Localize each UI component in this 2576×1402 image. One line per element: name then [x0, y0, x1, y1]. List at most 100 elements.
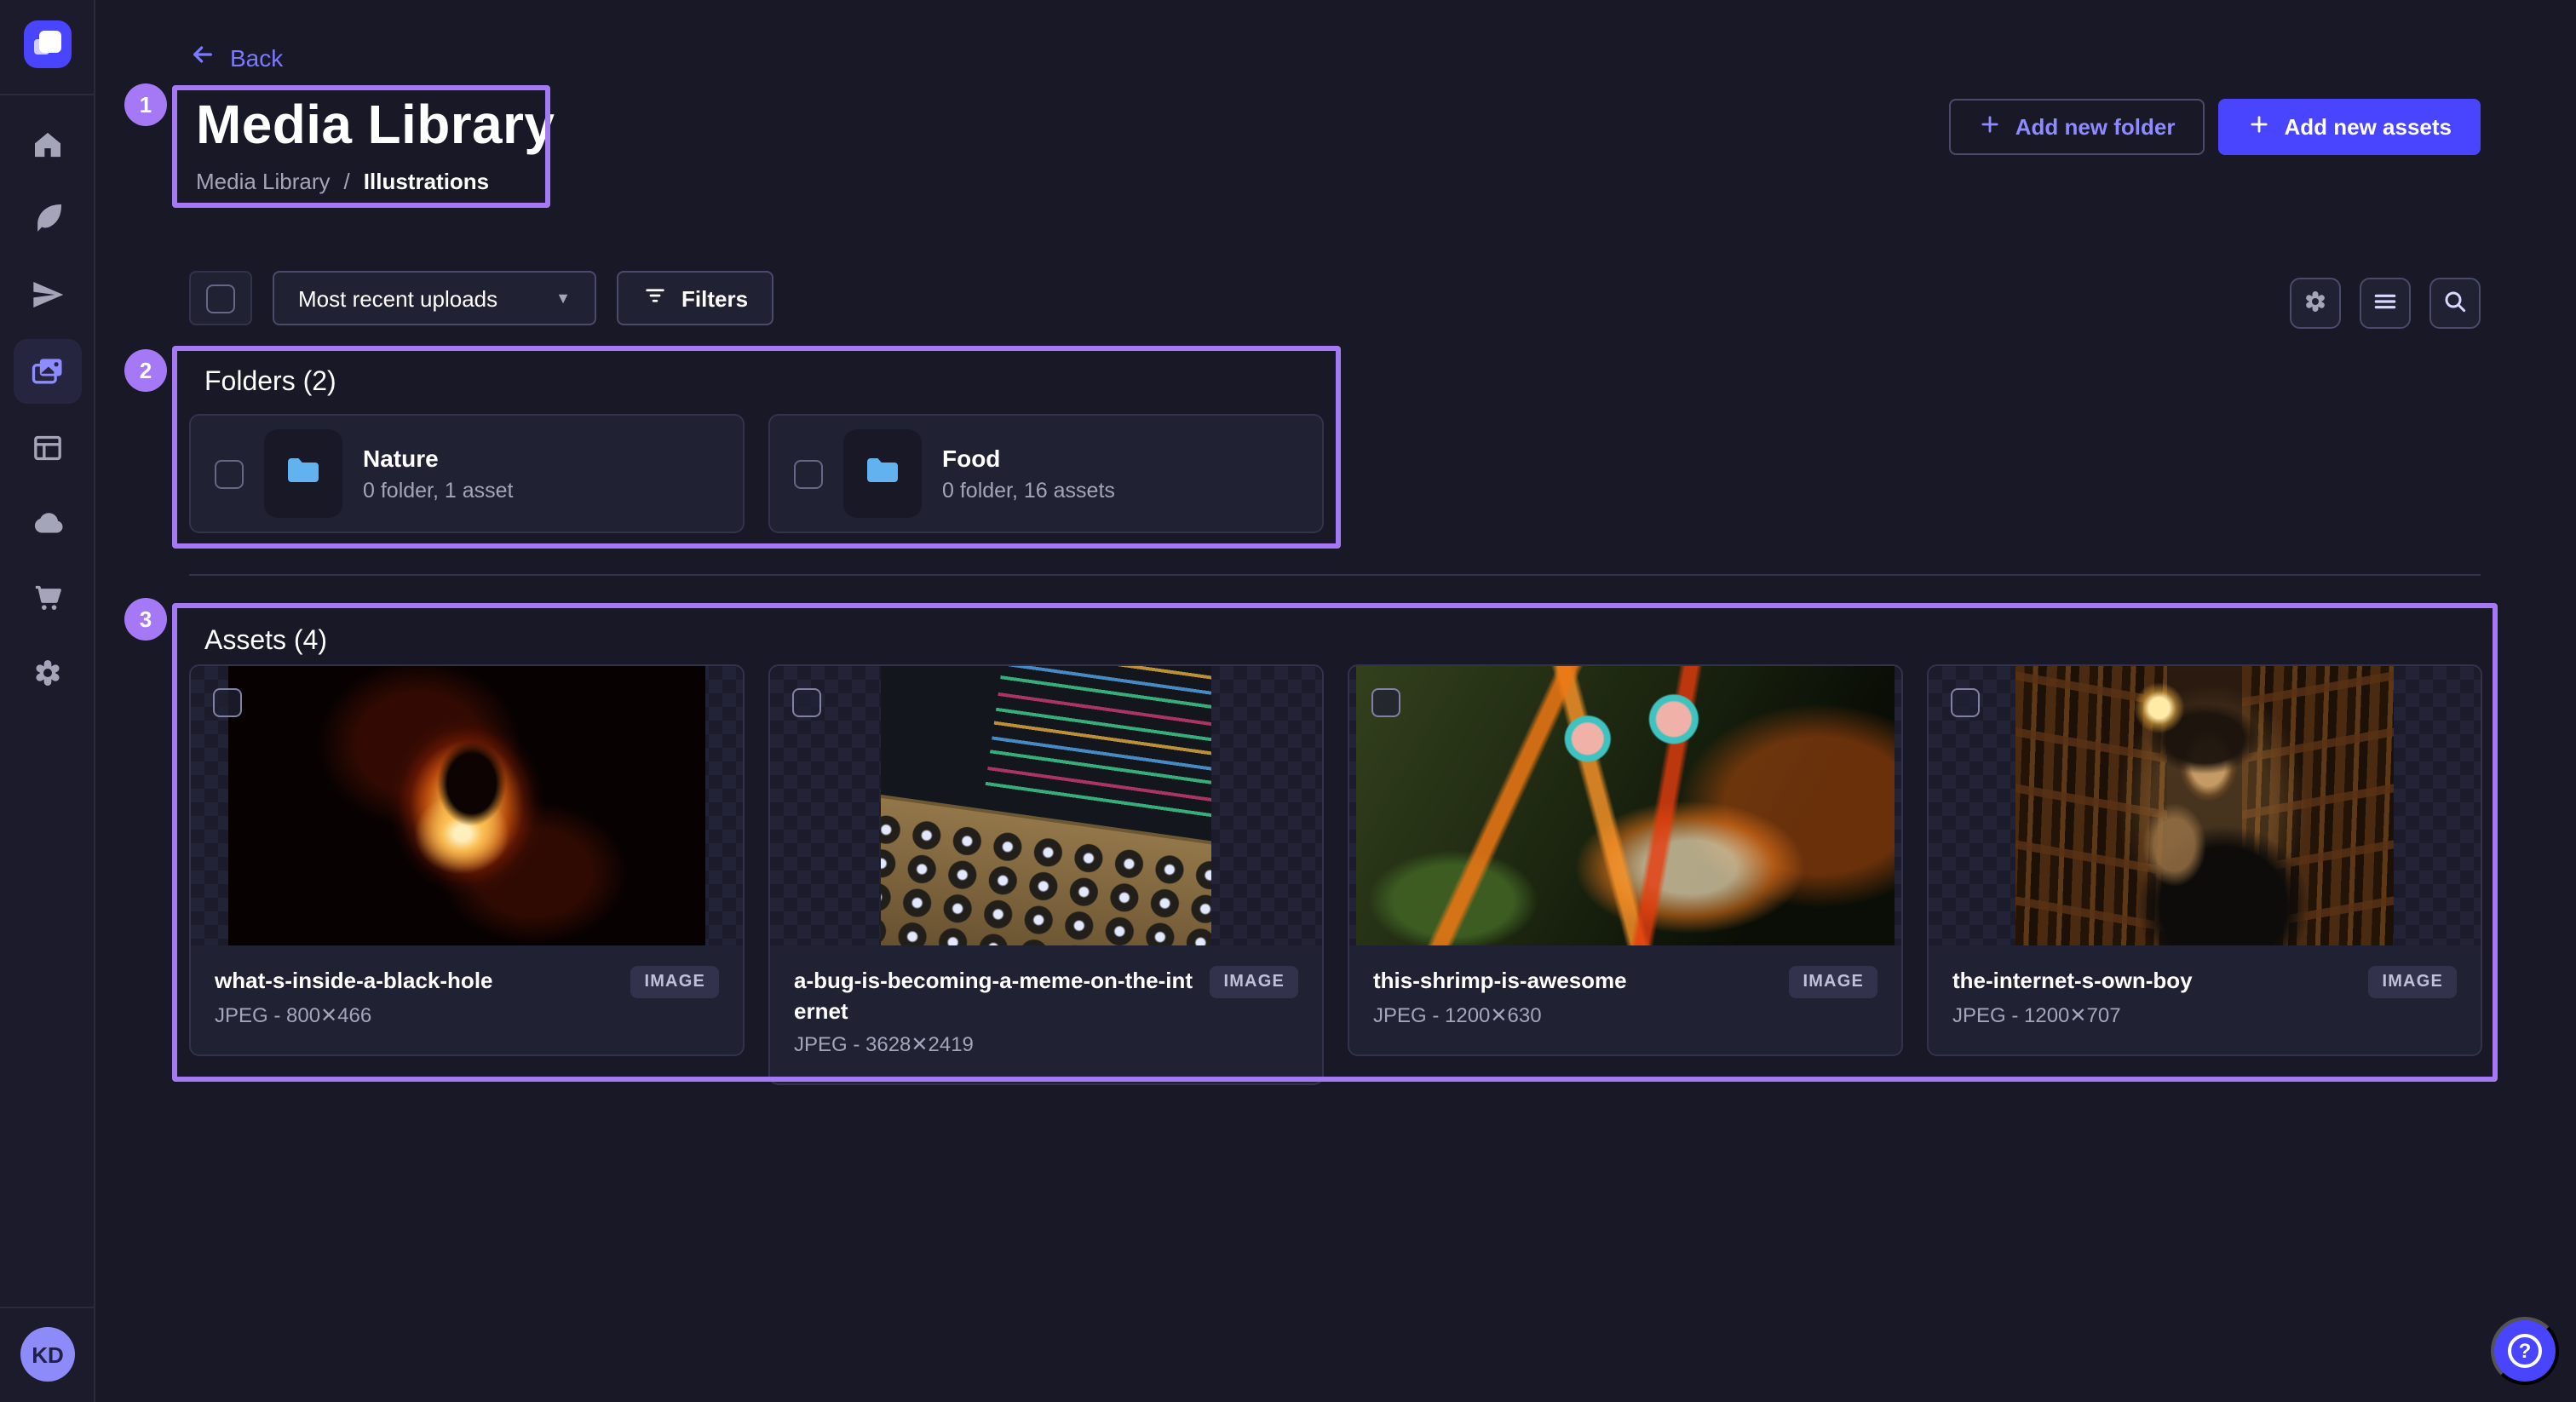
asset-thumbnail-mantis-shrimp	[1356, 666, 1895, 945]
help-button[interactable]: ?	[2491, 1317, 2559, 1385]
search-icon	[2441, 287, 2469, 319]
list-view-button[interactable]	[2360, 278, 2411, 329]
folder-tile	[264, 429, 342, 518]
asset-media	[1349, 666, 1901, 945]
folder-name: Food	[942, 445, 1115, 472]
gear-icon	[31, 656, 65, 690]
strapi-logo-shape	[39, 31, 61, 53]
plus-icon	[2246, 112, 2270, 141]
sidebar-divider	[0, 1307, 94, 1308]
asset-meta: JPEG - 1200✕707	[1952, 1003, 2193, 1026]
filters-label: Filters	[681, 285, 748, 311]
asset-card-bug-meme[interactable]: a-bug-is-becoming-a-meme-on-the-internet…	[768, 664, 1324, 1085]
asset-footer: a-bug-is-becoming-a-meme-on-the-internet…	[770, 945, 1322, 1083]
breadcrumb-separator: /	[344, 169, 350, 194]
sidebar-item-releases[interactable]	[14, 262, 82, 327]
sidebar-item-marketplace[interactable]	[14, 566, 82, 630]
asset-type-badge: IMAGE	[1210, 966, 1298, 998]
configure-view-button[interactable]	[2290, 278, 2341, 329]
folder-icon	[283, 449, 324, 498]
asset-checkbox[interactable]	[1371, 688, 1400, 717]
list-icon	[2372, 287, 2399, 319]
asset-thumbnail-laptop-code	[881, 666, 1211, 945]
library-figure	[2015, 666, 2394, 945]
gear-icon	[2302, 287, 2329, 319]
folder-text: Food 0 folder, 16 assets	[942, 445, 1115, 503]
folders-heading: Folders (2)	[204, 368, 336, 399]
add-new-assets-button[interactable]: Add new assets	[2217, 99, 2481, 155]
asset-card-internets-own-boy[interactable]: the-internet-s-own-boy JPEG - 1200✕707 I…	[1927, 664, 2482, 1055]
view-options	[2290, 278, 2481, 329]
asset-type-badge: IMAGE	[2368, 966, 2457, 998]
cloud-icon	[30, 505, 66, 541]
asset-text: a-bug-is-becoming-a-meme-on-the-internet…	[794, 966, 1193, 1056]
add-new-folder-button[interactable]: Add new folder	[1949, 99, 2205, 155]
section-divider	[189, 574, 2481, 576]
asset-card-black-hole[interactable]: what-s-inside-a-black-hole JPEG - 800✕46…	[189, 664, 745, 1055]
sidebar: KD	[0, 0, 95, 1402]
asset-title: what-s-inside-a-black-hole	[215, 966, 493, 996]
asset-media	[191, 666, 743, 945]
asset-media	[770, 666, 1322, 945]
asset-meta: JPEG - 800✕466	[215, 1003, 493, 1026]
layout-icon	[31, 431, 65, 465]
cart-icon	[31, 581, 65, 615]
breadcrumb: Media Library / Illustrations	[196, 169, 489, 194]
back-arrow-icon	[189, 41, 216, 73]
sidebar-item-settings[interactable]	[14, 641, 82, 705]
asset-footer: what-s-inside-a-black-hole JPEG - 800✕46…	[191, 945, 743, 1054]
folder-meta: 0 folder, 16 assets	[942, 479, 1115, 503]
folder-checkbox[interactable]	[794, 459, 823, 488]
folder-card-food[interactable]: Food 0 folder, 16 assets	[768, 414, 1324, 533]
home-icon	[31, 128, 65, 162]
asset-type-badge: IMAGE	[1789, 966, 1877, 998]
avatar[interactable]: KD	[20, 1327, 75, 1382]
add-new-assets-label: Add new assets	[2284, 114, 2452, 140]
asset-text: what-s-inside-a-black-hole JPEG - 800✕46…	[215, 966, 493, 1026]
back-link[interactable]: Back	[189, 41, 283, 73]
sidebar-item-media-library[interactable]	[14, 339, 82, 404]
sidebar-item-home[interactable]	[14, 112, 82, 177]
asset-meta: JPEG - 1200✕630	[1373, 1003, 1627, 1026]
main-content: Back Media Library Media Library / Illus…	[95, 0, 2576, 1402]
page-title: Media Library	[196, 94, 555, 157]
annotation-marker-3: 3	[124, 598, 167, 641]
sort-select-value: Most recent uploads	[298, 285, 497, 311]
sidebar-item-content-type-builder[interactable]	[14, 416, 82, 480]
paper-plane-icon	[31, 278, 65, 312]
asset-text: the-internet-s-own-boy JPEG - 1200✕707	[1952, 966, 2193, 1026]
breadcrumb-current: Illustrations	[364, 169, 489, 194]
strapi-logo[interactable]	[24, 20, 72, 68]
asset-card-shrimp[interactable]: this-shrimp-is-awesome JPEG - 1200✕630 I…	[1348, 664, 1903, 1055]
breadcrumb-parent[interactable]: Media Library	[196, 169, 331, 194]
feather-icon	[31, 201, 65, 235]
laptop-art	[881, 666, 1211, 945]
sidebar-divider	[0, 94, 94, 95]
asset-checkbox[interactable]	[1951, 688, 1980, 717]
toolbar: Most recent uploads ▼ Filters	[189, 271, 773, 325]
folder-card-nature[interactable]: Nature 0 folder, 1 asset	[189, 414, 745, 533]
asset-title: this-shrimp-is-awesome	[1373, 966, 1627, 996]
asset-checkbox[interactable]	[213, 688, 242, 717]
asset-thumbnail-black-hole	[228, 666, 705, 945]
filters-button[interactable]: Filters	[617, 271, 773, 325]
folder-checkbox[interactable]	[215, 459, 244, 488]
asset-title: the-internet-s-own-boy	[1952, 966, 2193, 996]
folder-icon	[862, 449, 903, 498]
sidebar-item-cloud[interactable]	[14, 491, 82, 555]
asset-text: this-shrimp-is-awesome JPEG - 1200✕630	[1373, 966, 1627, 1026]
sidebar-item-content-manager[interactable]	[14, 186, 82, 250]
search-button[interactable]	[2429, 278, 2481, 329]
asset-checkbox[interactable]	[792, 688, 821, 717]
asset-title: a-bug-is-becoming-a-meme-on-the-internet	[794, 966, 1193, 1026]
asset-type-badge: IMAGE	[630, 966, 719, 998]
select-all-checkbox[interactable]	[206, 284, 235, 313]
asset-thumbnail-library	[2015, 666, 2394, 945]
asset-grid: what-s-inside-a-black-hole JPEG - 800✕46…	[189, 664, 2482, 1085]
asset-meta: JPEG - 3628✕2419	[794, 1032, 1193, 1056]
sort-select[interactable]: Most recent uploads ▼	[273, 271, 596, 325]
filter-icon	[642, 283, 668, 313]
folder-name: Nature	[363, 445, 514, 472]
header-actions: Add new folder Add new assets	[1949, 99, 2481, 155]
folder-text: Nature 0 folder, 1 asset	[363, 445, 514, 503]
